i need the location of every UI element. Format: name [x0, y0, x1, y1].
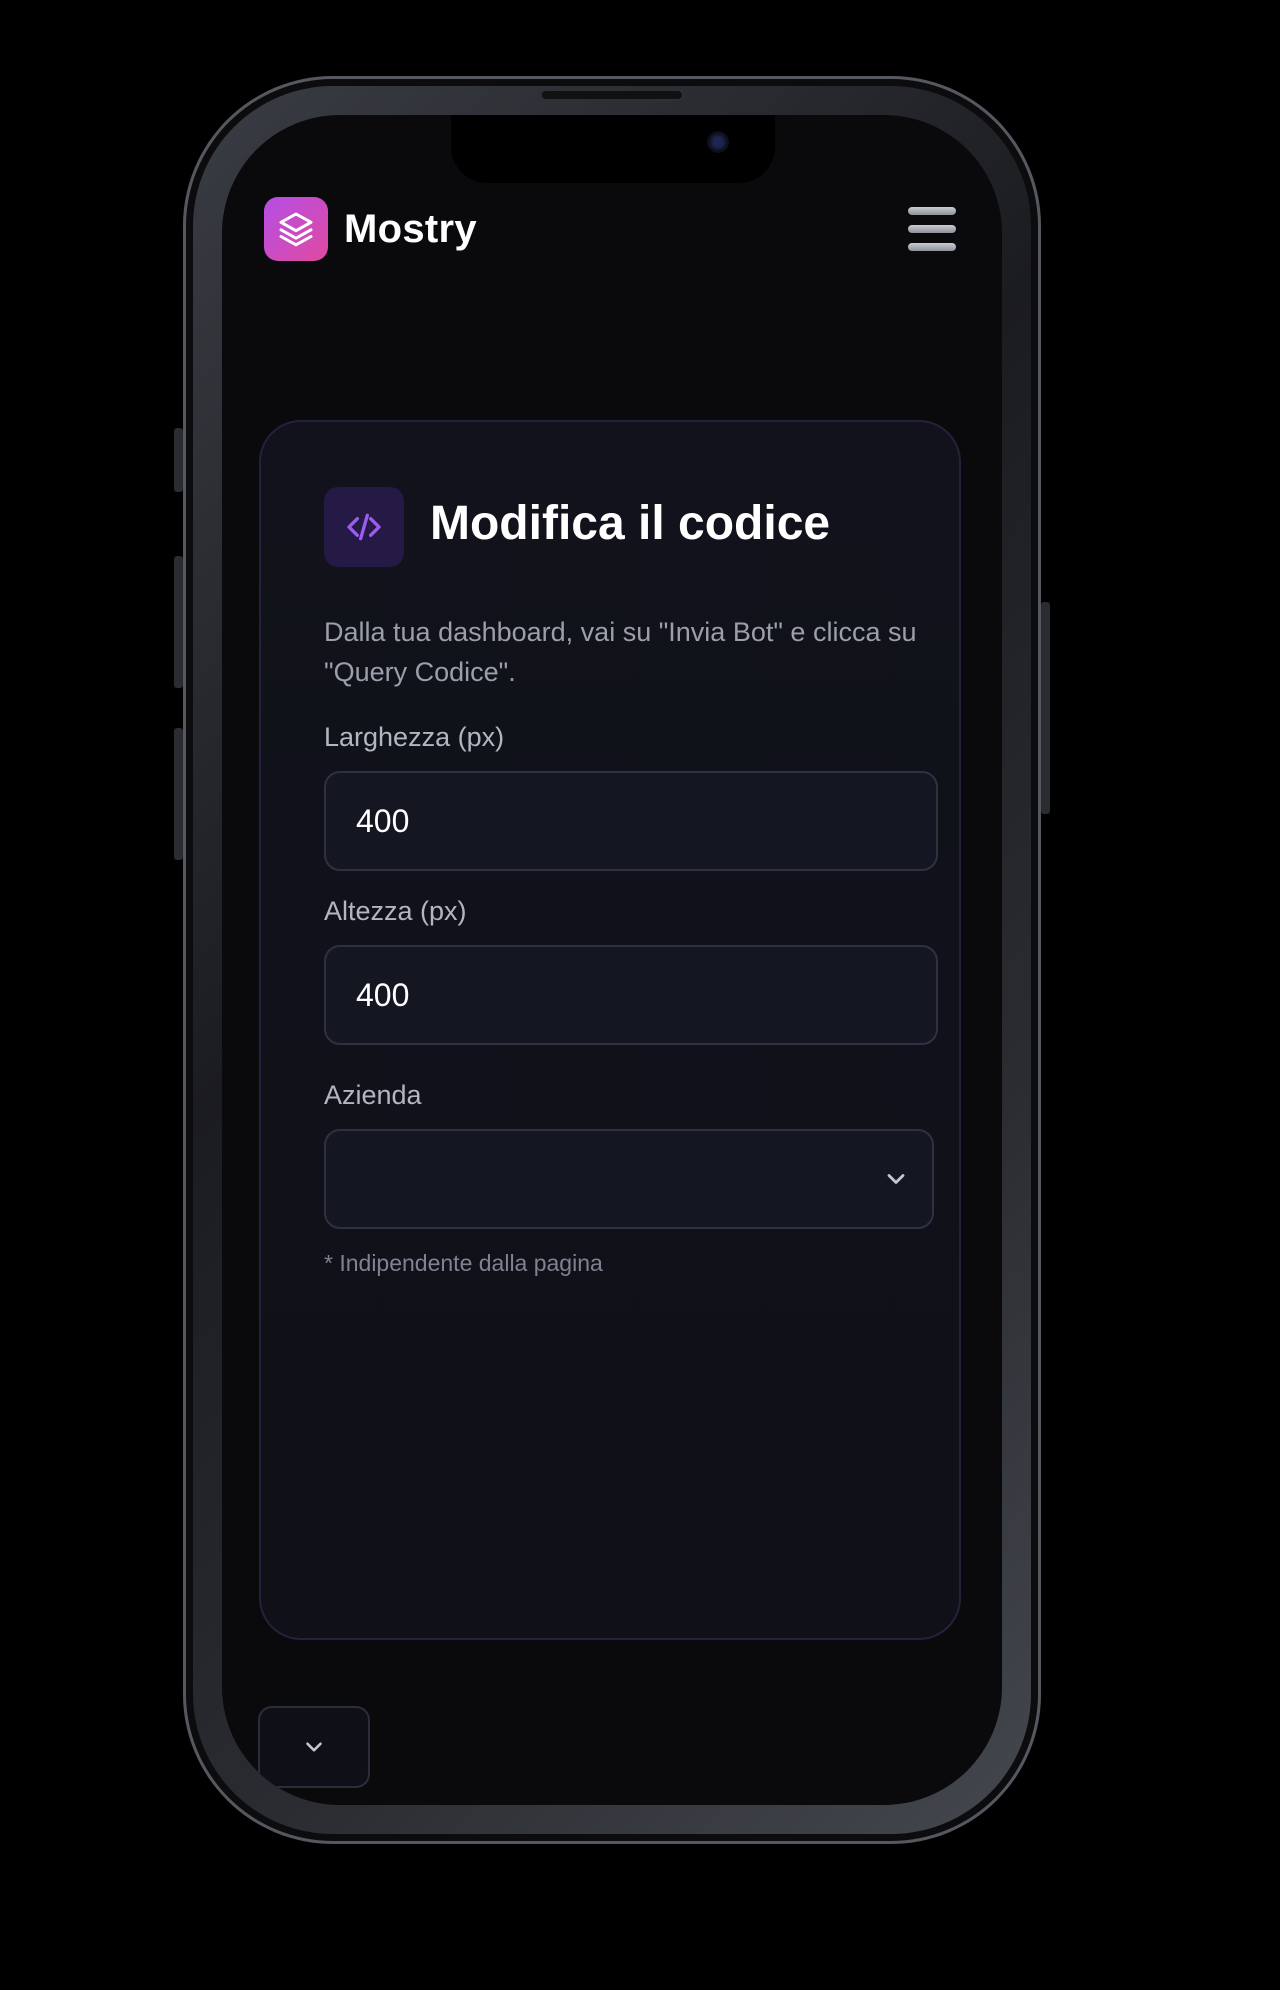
brand-name: Mostry [344, 206, 477, 251]
company-label: Azienda [324, 1080, 422, 1110]
menu-bar [908, 225, 956, 233]
phone-silent-switch [174, 428, 183, 492]
scroll-down-button[interactable] [258, 1706, 370, 1788]
height-value: 400 [356, 976, 410, 1013]
chevron-down-icon [306, 1742, 322, 1752]
code-settings-card: Modifica il codice Dalla tua dashboard, … [259, 420, 961, 1640]
width-label: Larghezza (px) [324, 722, 505, 752]
phone-notch [451, 115, 775, 183]
code-icon [324, 487, 404, 567]
card-description: Dalla tua dashboard, vai su "Invia Bot" … [324, 617, 917, 687]
phone-power-button [1041, 602, 1050, 814]
phone-speaker [540, 89, 684, 101]
hamburger-menu-icon[interactable] [908, 207, 956, 251]
layers-icon [264, 197, 328, 261]
height-input[interactable]: 400 [324, 945, 938, 1045]
camera-icon [707, 131, 729, 153]
hint-text: * Indipendente dalla pagina [324, 1250, 603, 1276]
phone-volume-down [174, 728, 183, 860]
height-label: Altezza (px) [324, 896, 467, 926]
menu-bar [908, 243, 956, 251]
phone-volume-up [174, 556, 183, 688]
width-input[interactable]: 400 [324, 771, 938, 871]
company-select[interactable] [324, 1129, 934, 1229]
phone-screen: Mostry Modifica il codice Dalla tua dash… [222, 115, 1002, 1805]
menu-bar [908, 207, 956, 215]
stage: Mostry Modifica il codice Dalla tua dash… [0, 0, 1280, 1990]
card-title: Modifica il codice [430, 497, 831, 550]
chevron-down-icon [887, 1174, 905, 1184]
width-value: 400 [356, 802, 410, 839]
brand[interactable]: Mostry [264, 197, 477, 261]
